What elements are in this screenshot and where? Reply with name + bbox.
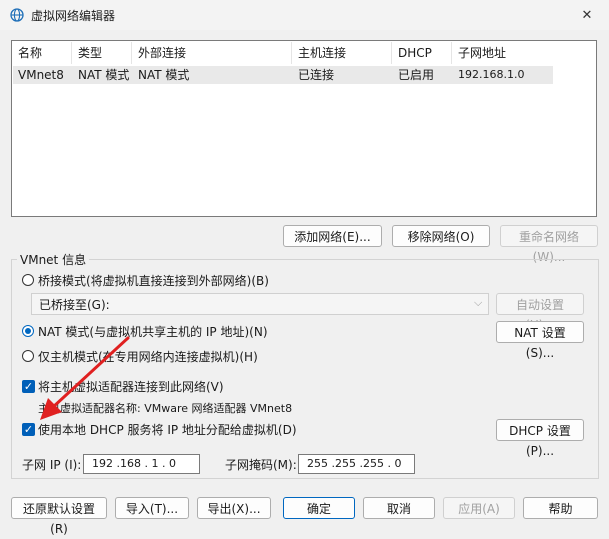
- restore-defaults-button[interactable]: 还原默认设置(R): [11, 497, 107, 536]
- network-table[interactable]: 名称 类型 外部连接 主机连接 DHCP 子网地址 VMnet8 NAT 模式 …: [11, 40, 597, 217]
- column-header-external[interactable]: 外部连接: [132, 42, 292, 64]
- adapter-name-text: 主机虚拟适配器名称: VMware 网络适配器 VMnet8: [38, 402, 293, 415]
- window-title: 虚拟网络编辑器: [31, 9, 116, 23]
- subnet-ip-label: 子网 IP (I):: [22, 458, 82, 472]
- column-header-type[interactable]: 类型: [72, 42, 132, 64]
- connect-adapter-label[interactable]: 将主机虚拟适配器连接到此网络(V): [38, 378, 224, 395]
- vmnet-info-label: VMnet 信息: [17, 251, 90, 268]
- export-button[interactable]: 导出(X)...: [197, 497, 271, 519]
- close-button[interactable]: ✕: [570, 2, 604, 28]
- hostonly-radio[interactable]: [22, 350, 34, 362]
- dhcp-settings-button[interactable]: DHCP 设置(P)...: [496, 419, 584, 458]
- apply-button[interactable]: 应用(A): [443, 497, 515, 519]
- chevron-down-icon: ⌵: [474, 296, 483, 309]
- subnet-mask-label: 子网掩码(M):: [225, 458, 297, 472]
- cell-host: 已连接: [298, 68, 335, 82]
- add-network-button[interactable]: 添加网络(E)...: [283, 225, 382, 247]
- hostonly-radio-label[interactable]: 仅主机模式(在专用网络内连接虚拟机)(H): [38, 348, 258, 365]
- network-globe-icon: [10, 8, 24, 22]
- rename-network-button[interactable]: 重命名网络(W)...: [500, 225, 598, 264]
- column-header-name[interactable]: 名称: [12, 42, 72, 64]
- bridged-to-label: 已桥接至(G):: [39, 298, 110, 312]
- subnet-mask-input[interactable]: 255 .255 .255 . 0: [298, 454, 415, 474]
- bridged-radio-label[interactable]: 桥接模式(将虚拟机直接连接到外部网络)(B): [38, 272, 269, 289]
- column-header-host[interactable]: 主机连接: [292, 42, 392, 64]
- column-header-subnet[interactable]: 子网地址: [452, 42, 552, 64]
- cancel-button[interactable]: 取消: [363, 497, 435, 519]
- close-icon: ✕: [581, 7, 593, 23]
- auto-settings-button[interactable]: 自动设置(U)...: [496, 293, 584, 332]
- connect-adapter-checkbox[interactable]: ✓: [22, 380, 35, 393]
- remove-network-button[interactable]: 移除网络(O): [392, 225, 490, 247]
- cell-subnet: 192.168.1.0: [458, 68, 525, 81]
- cell-dhcp: 已启用: [398, 68, 435, 82]
- column-header-dhcp[interactable]: DHCP: [392, 42, 452, 64]
- cell-name: VMnet8: [18, 68, 64, 82]
- help-button[interactable]: 帮助: [523, 497, 598, 519]
- bridged-radio[interactable]: [22, 274, 34, 286]
- check-icon: ✓: [23, 423, 34, 436]
- ok-button[interactable]: 确定: [283, 497, 355, 519]
- nat-radio[interactable]: [22, 325, 34, 337]
- dhcp-checkbox[interactable]: ✓: [22, 423, 35, 436]
- vmnet-info-group: [11, 259, 599, 479]
- nat-radio-label[interactable]: NAT 模式(与虚拟机共享主机的 IP 地址)(N): [38, 323, 268, 340]
- cell-external: NAT 模式: [138, 68, 190, 82]
- nat-settings-button[interactable]: NAT 设置(S)...: [496, 321, 584, 360]
- dhcp-checkbox-label[interactable]: 使用本地 DHCP 服务将 IP 地址分配给虚拟机(D): [38, 421, 297, 438]
- cell-type: NAT 模式: [78, 68, 130, 82]
- subnet-ip-input[interactable]: 192 .168 . 1 . 0: [83, 454, 200, 474]
- import-button[interactable]: 导入(T)...: [115, 497, 189, 519]
- check-icon: ✓: [23, 380, 34, 393]
